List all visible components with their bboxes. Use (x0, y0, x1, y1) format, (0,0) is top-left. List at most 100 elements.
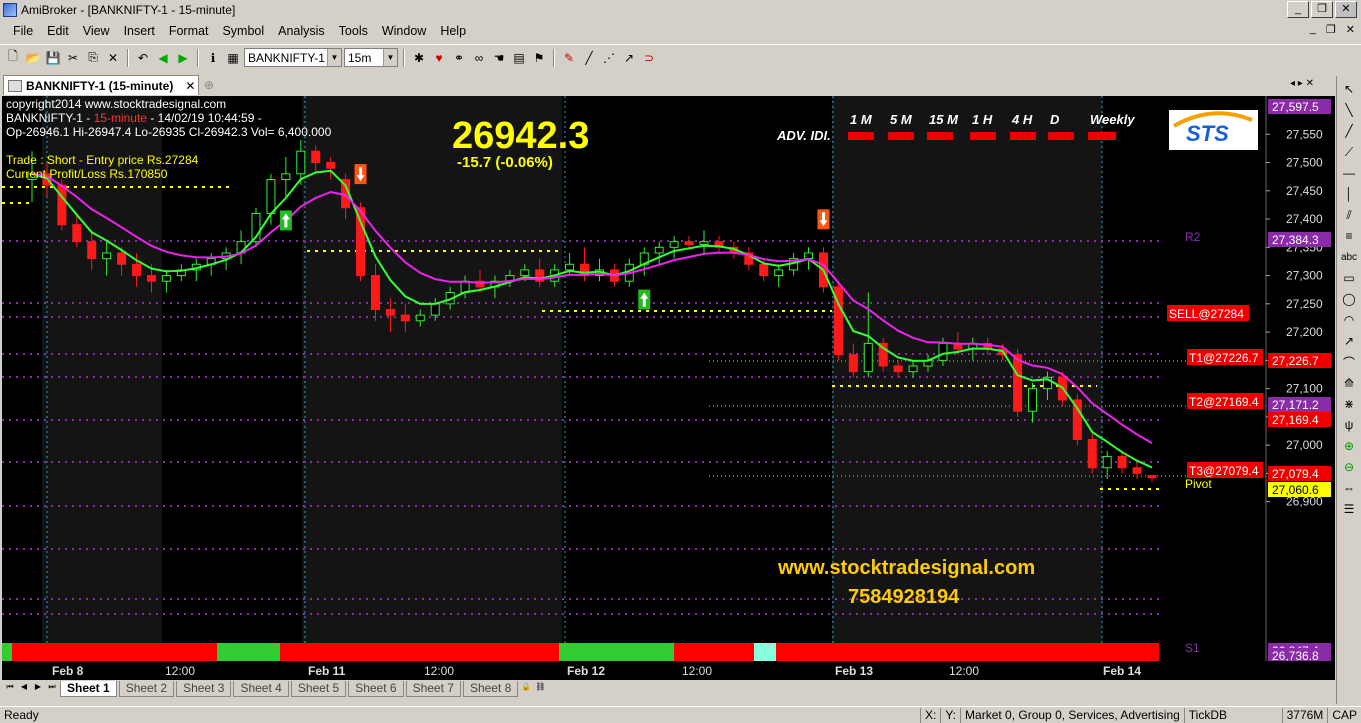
candle-body (1132, 467, 1142, 474)
first-sheet-icon[interactable]: ⏮ (4, 682, 16, 696)
mdi-restore-icon[interactable]: ❐ (1326, 23, 1336, 36)
menu-bar: File Edit View Insert Format Symbol Anal… (0, 20, 1361, 42)
sheet-tab[interactable]: Sheet 2 (118, 681, 175, 697)
menu-help[interactable]: Help (433, 24, 473, 38)
undo-icon[interactable]: ↶ (134, 49, 152, 67)
info-icon[interactable]: ℹ (204, 49, 222, 67)
new-icon[interactable]: 🗋 (4, 49, 22, 67)
hand-icon[interactable]: ☚ (490, 49, 508, 67)
ribbon-segment (559, 643, 674, 661)
close-tab-icon[interactable]: ✕ (185, 79, 195, 93)
sts-logo: STS (1169, 110, 1258, 150)
prev-sheet-icon[interactable]: ◀ (18, 682, 30, 696)
binoculars-icon[interactable]: ⚭ (450, 49, 468, 67)
glasses-icon[interactable]: ∞ (470, 49, 488, 67)
cycle-tool-icon[interactable]: ⌒ (1340, 353, 1358, 371)
zoom-out-icon[interactable]: ⊖ (1340, 458, 1358, 476)
r2-label: R2 (1185, 230, 1201, 244)
text-tool-icon[interactable]: abc (1340, 248, 1358, 266)
sheet-tab[interactable]: Sheet 8 (462, 681, 519, 697)
timeframe-button (848, 132, 874, 140)
back-icon[interactable]: ◀ (154, 49, 172, 67)
status-y: Y: (940, 707, 960, 723)
sell-label: SELL@27284 (1169, 307, 1244, 321)
interval-combo[interactable]: 15m ▼ (344, 48, 398, 67)
tab-scroll-icon[interactable]: ◂ ▸ ✕ (1290, 78, 1314, 89)
delete-icon[interactable]: ✕ (104, 49, 122, 67)
pen-icon[interactable]: ✎ (560, 49, 578, 67)
menu-insert[interactable]: Insert (117, 24, 162, 38)
open-icon[interactable]: 📂 (24, 49, 42, 67)
close-icon[interactable]: ✕ (1335, 1, 1357, 18)
minimize-icon[interactable]: _ (1287, 1, 1309, 18)
menu-file[interactable]: File (6, 24, 40, 38)
menu-symbol[interactable]: Symbol (215, 24, 271, 38)
channel-tool-icon[interactable]: ⫽ (1340, 206, 1358, 224)
y-axis: 27,55027,50027,45027,40027,35027,30027,2… (1265, 96, 1335, 663)
vline-tool-icon[interactable]: │ (1340, 185, 1358, 203)
next-sheet-icon[interactable]: ▶ (32, 682, 44, 696)
lock-icon[interactable]: 🔒 (520, 682, 532, 696)
menu-format[interactable]: Format (162, 24, 216, 38)
settings-icon[interactable]: ✱ (410, 49, 428, 67)
sheet-tab[interactable]: Sheet 6 (348, 681, 404, 697)
arc-tool-icon[interactable]: ◠ (1340, 311, 1358, 329)
sheet-tab[interactable]: Sheet 7 (405, 681, 461, 697)
status-db: TickDB (1183, 707, 1231, 723)
copy-icon[interactable]: ⎘ (84, 49, 102, 67)
sheet-tab[interactable]: Sheet 5 (290, 681, 347, 697)
menu-tools[interactable]: Tools (332, 24, 375, 38)
mdi-minimize-icon[interactable]: _ (1310, 23, 1316, 36)
symbol-combo[interactable]: BANKNIFTY-1 ▼ (244, 48, 342, 67)
ruler-icon[interactable]: ▤ (510, 49, 528, 67)
menu-view[interactable]: View (76, 24, 117, 38)
trend-tool-icon[interactable]: ╱ (1340, 122, 1358, 140)
trend-ribbon (2, 643, 1159, 661)
properties-icon[interactable]: ☰ (1340, 500, 1358, 518)
sheet-tab[interactable]: Sheet 1 (60, 681, 117, 697)
menu-analysis[interactable]: Analysis (271, 24, 332, 38)
price-chart[interactable]: 27,55027,50027,45027,40027,35027,30027,2… (2, 96, 1335, 663)
chart-icon (8, 79, 22, 92)
candle-body (1013, 354, 1023, 412)
restore-icon[interactable]: ❐ (1311, 1, 1333, 18)
menu-window[interactable]: Window (375, 24, 433, 38)
save-icon[interactable]: 💾 (44, 49, 62, 67)
sheet-tab[interactable]: Sheet 4 (233, 681, 289, 697)
chart-area[interactable]: 27,550 27,500 27,450 27,400 27,350 27,300 27,2… (2, 96, 1335, 663)
circle-tool-icon[interactable]: ◯ (1340, 290, 1358, 308)
regression-tool-icon[interactable]: ⟰ (1340, 374, 1358, 392)
fib-tool-icon[interactable]: ≡ (1340, 227, 1358, 245)
trade-text: Trade : Short - Entry price Rs.27284 (6, 153, 199, 167)
cursor-icon[interactable]: ↖ (1340, 80, 1358, 98)
sheet-tab[interactable]: Sheet 3 (176, 681, 232, 697)
arrow-tool-icon[interactable]: ↗ (1340, 332, 1358, 350)
flag-icon[interactable]: ⚑ (530, 49, 548, 67)
pitchfork-tool-icon[interactable]: ψ (1340, 416, 1358, 434)
tab-banknifty[interactable]: BANKNIFTY-1 (15-minute) ✕ (3, 75, 199, 95)
heart-icon[interactable]: ♥ (430, 49, 448, 67)
menu-edit[interactable]: Edit (40, 24, 76, 38)
line-icon[interactable]: ╱ (580, 49, 598, 67)
ray-tool-icon[interactable]: ⟋ (1340, 143, 1358, 161)
magnet-icon[interactable]: ⊃ (640, 49, 658, 67)
last-sheet-icon[interactable]: ⏭ (46, 682, 58, 696)
window-title: AmiBroker - [BANKNIFTY-1 - 15-minute] (21, 3, 236, 17)
cut-icon[interactable]: ✂ (64, 49, 82, 67)
zoom-in-icon[interactable]: ⊕ (1340, 437, 1358, 455)
new-tab-icon[interactable]: ⊕ (204, 78, 214, 92)
gann-tool-icon[interactable]: ⋇ (1340, 395, 1358, 413)
mdi-close-icon[interactable]: ✕ (1346, 23, 1355, 36)
rectangle-tool-icon[interactable]: ▭ (1340, 269, 1358, 287)
chevron-down-icon[interactable]: ▼ (327, 49, 341, 66)
chevron-down-icon[interactable]: ▼ (383, 49, 397, 66)
forward-icon[interactable]: ▶ (174, 49, 192, 67)
line-tool-icon[interactable]: ╲ (1340, 101, 1358, 119)
grid-icon[interactable]: ▦ (224, 49, 242, 67)
link-icon[interactable]: ⛓ (534, 682, 546, 696)
arrow-icon[interactable]: ↗ (620, 49, 638, 67)
hline-tool-icon[interactable]: — (1340, 164, 1358, 182)
price-marker-label: 27,169.4 (1272, 413, 1319, 427)
dotted-line-icon[interactable]: ⋰ (600, 49, 618, 67)
zoom-fit-icon[interactable]: ⇔ (1340, 479, 1358, 497)
